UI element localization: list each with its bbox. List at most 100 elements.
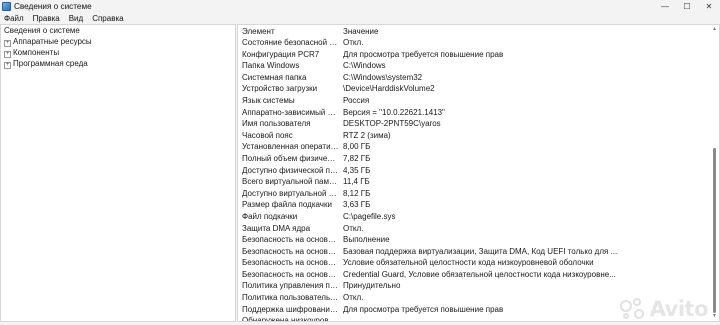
scrollbar-thumb[interactable] xyxy=(713,148,716,313)
column-header-value[interactable]: Значение xyxy=(339,27,378,36)
table-row[interactable]: Безопасность на основе вир... Выполнение xyxy=(238,234,712,246)
row-item-name: Безопасность на основе вир... xyxy=(242,269,339,279)
table-row[interactable]: Доступно физической памяти 4,35 ГБ xyxy=(238,165,712,177)
row-item-value: Credential Guard, Условие обязательной ц… xyxy=(343,269,616,279)
table-row[interactable]: Безопасность на основе вир... Условие обя… xyxy=(238,257,712,269)
row-item-name: Обнаружена низкоуровнева... xyxy=(242,316,339,322)
row-item-name: Политика пользовательског... xyxy=(242,293,339,303)
row-item-name: Файл подкачки xyxy=(242,211,298,221)
tree-item-software-environment[interactable]: + Программная среда xyxy=(1,58,235,69)
row-item-name: Доступно физической памяти xyxy=(242,165,339,175)
tree-item-system-summary[interactable]: Сведения о системе xyxy=(1,25,235,36)
table-row[interactable]: Конфигурация PCR7 Для просмотра требуется… xyxy=(238,49,712,61)
row-item-value: Для просмотра требуется повышение прав xyxy=(343,304,504,314)
table-row[interactable]: Безопасность на основе вир... Базовая под… xyxy=(238,246,712,258)
system-info-app-icon xyxy=(2,2,11,11)
table-row[interactable]: Устройство загрузки \Device\HarddiskVolum… xyxy=(238,83,712,95)
row-item-name: Имя пользователя xyxy=(242,119,311,129)
table-row[interactable]: Поддержка шифрования уст... Для просмотра… xyxy=(238,304,712,316)
expand-icon[interactable]: + xyxy=(4,51,11,58)
row-item-value: Выполнение xyxy=(343,235,390,245)
row-item-name: Полный объем физической ... xyxy=(242,153,339,163)
row-item-value: Откл. xyxy=(343,293,364,303)
menu-file[interactable]: Файл xyxy=(0,14,29,23)
row-item-value: Версия = "10.0.22621.1413" xyxy=(343,107,445,117)
row-item-value: Россия xyxy=(343,95,370,105)
row-item-name: Всего виртуальной памяти xyxy=(242,177,339,187)
table-row[interactable]: Файл подкачки C:\pagefile.sys xyxy=(238,211,712,223)
row-item-name: Устройство загрузки xyxy=(242,84,318,94)
menu-help[interactable]: Справка xyxy=(88,14,128,23)
row-item-value: Откл. xyxy=(343,223,364,233)
row-item-name: Установленная оперативная... xyxy=(242,142,339,152)
table-row[interactable]: Безопасность на основе вир... Credential … xyxy=(238,269,712,281)
table-row[interactable]: Системная папка C:\Windows\system32 xyxy=(238,72,712,84)
row-item-value: Для просмотра требуется повышение прав xyxy=(343,49,504,59)
window-title: Сведения о системе xyxy=(14,2,92,11)
table-row[interactable]: Полный объем физической ... 7,82 ГБ xyxy=(238,153,712,165)
table-row[interactable]: Доступно виртуальной памяти 8,12 ГБ xyxy=(238,188,712,200)
details-list: Элемент Значение Состояние безопасной за… xyxy=(237,24,720,322)
table-row[interactable]: Всего виртуальной памяти 11,4 ГБ xyxy=(238,176,712,188)
row-item-name: Безопасность на основе вир... xyxy=(242,235,339,245)
menu-edit[interactable]: Правка xyxy=(29,14,65,23)
expand-icon[interactable]: + xyxy=(4,40,11,47)
row-item-name: Защита DMA ядра xyxy=(242,223,311,233)
row-item-name: Язык системы xyxy=(242,95,295,105)
tree-item-label: Компоненты xyxy=(13,48,60,57)
table-row[interactable]: Размер файла подкачки 3,63 ГБ xyxy=(238,199,712,211)
row-item-value: 8,00 ГБ xyxy=(343,142,371,152)
row-item-name: Папка Windows xyxy=(242,61,300,71)
row-item-name: Политика управления прило... xyxy=(242,281,339,291)
row-item-value: 3,63 ГБ xyxy=(343,200,371,210)
menu-view[interactable]: Вид xyxy=(65,14,88,23)
expand-icon[interactable]: + xyxy=(4,62,11,69)
row-item-name: Безопасность на основе вир... xyxy=(242,246,339,256)
table-row[interactable]: Обнаружена низкоуровнева... xyxy=(238,315,712,322)
row-item-value: Принудительно xyxy=(343,281,401,291)
row-item-value: C:\Windows\system32 xyxy=(343,72,423,82)
column-header-row: Элемент Значение xyxy=(238,25,712,37)
tree-item-label: Аппаратные ресурсы xyxy=(13,37,92,46)
table-row[interactable]: Часовой пояс RTZ 2 (зима) xyxy=(238,130,712,142)
scroll-up-arrow-icon[interactable]: ▲ xyxy=(711,26,718,33)
table-row[interactable]: Язык системы Россия xyxy=(238,95,712,107)
row-item-value: Условие обязательной целостности кода ни… xyxy=(343,258,594,268)
row-item-value xyxy=(339,315,712,321)
row-item-value: RTZ 2 (зима) xyxy=(343,130,391,140)
table-row[interactable]: Аппаратно-зависимый уров... Версия = "10.… xyxy=(238,107,712,119)
row-item-value: 4,35 ГБ xyxy=(343,165,371,175)
row-item-value: \Device\HarddiskVolume2 xyxy=(343,84,435,94)
row-item-name: Часовой пояс xyxy=(242,130,293,140)
table-row[interactable]: Защита DMA ядра Откл. xyxy=(238,223,712,235)
row-item-value: DESKTOP-2PNT59C\yaros xyxy=(343,119,441,129)
vertical-scrollbar[interactable]: ▲ ▼ xyxy=(710,25,719,321)
scroll-down-arrow-icon[interactable]: ▼ xyxy=(711,313,718,320)
menu-bar: Файл Правка Вид Справка xyxy=(0,12,720,24)
row-item-name: Состояние безопасной загру... xyxy=(242,38,339,47)
row-item-name: Поддержка шифрования уст... xyxy=(242,304,339,314)
tree-item-label: Программная среда xyxy=(13,59,88,68)
table-row[interactable]: Папка Windows C:\Windows xyxy=(238,60,712,72)
table-row[interactable]: Политика управления прило... Принудительн… xyxy=(238,280,712,292)
row-item-value: 7,82 ГБ xyxy=(343,153,371,163)
row-item-value: 8,12 ГБ xyxy=(343,188,371,198)
tree-item-components[interactable]: + Компоненты xyxy=(1,47,235,58)
row-item-name: Безопасность на основе вир... xyxy=(242,258,339,268)
row-item-name: Размер файла подкачки xyxy=(242,200,332,210)
category-tree: Сведения о системе + Аппаратные ресурсы +… xyxy=(0,24,236,322)
column-header-item[interactable]: Элемент xyxy=(238,27,339,36)
row-item-value: Базовая поддержка виртуализации, Защита … xyxy=(343,246,618,256)
tree-item-hardware-resources[interactable]: + Аппаратные ресурсы xyxy=(1,36,235,47)
row-item-name: Доступно виртуальной памяти xyxy=(242,188,339,198)
row-item-value: 11,4 ГБ xyxy=(343,177,370,187)
table-row[interactable]: Установленная оперативная... 8,00 ГБ xyxy=(238,141,712,153)
row-item-value: Откл. xyxy=(343,38,364,47)
table-row[interactable]: Политика пользовательског... Откл. xyxy=(238,292,712,304)
details-rows: Состояние безопасной загру... Откл. Конфиг… xyxy=(238,37,712,322)
row-item-name: Системная папка xyxy=(242,72,307,82)
row-item-value: C:\pagefile.sys xyxy=(343,211,396,221)
table-row[interactable]: Состояние безопасной загру... Откл. xyxy=(238,37,712,49)
tree-item-label: Сведения о системе xyxy=(4,26,80,35)
table-row[interactable]: Имя пользователя DESKTOP-2PNT59C\yaros xyxy=(238,118,712,130)
